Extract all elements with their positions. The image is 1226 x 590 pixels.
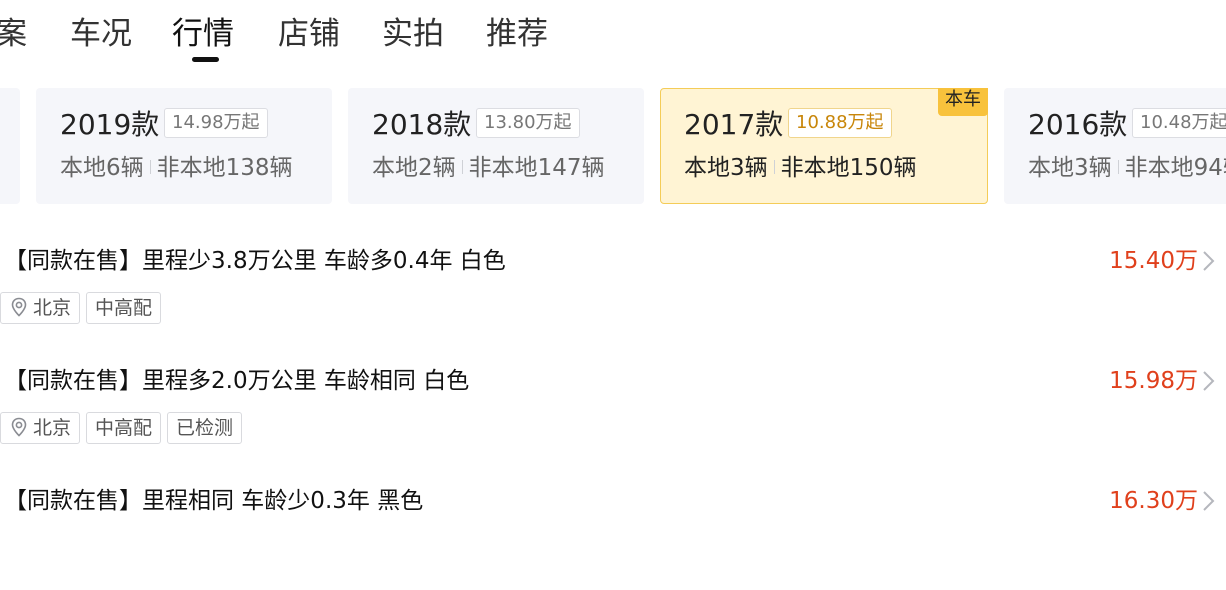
current-car-badge: 本车 bbox=[938, 88, 988, 116]
config-tag: 中高配 bbox=[86, 292, 162, 324]
card-year: 2017款 bbox=[684, 108, 784, 141]
card-year: 2016款 bbox=[1028, 108, 1128, 141]
location-label: 北京 bbox=[33, 417, 72, 439]
listing-item[interactable]: 【同款在售】里程少3.8万公里 车龄多0.4年 白色 15.40万 北京 中高配 bbox=[0, 240, 1226, 350]
card-price-tag: 14.98万起 bbox=[164, 108, 268, 138]
nonlocal-count: 非本地150辆 bbox=[780, 155, 917, 181]
listing-title: 【同款在售】里程少3.8万公里 车龄多0.4年 白色 bbox=[4, 248, 506, 274]
chevron-right-icon bbox=[1203, 371, 1215, 391]
listing-item[interactable]: 【同款在售】里程相同 车龄少0.3年 黑色 16.30万 bbox=[0, 480, 1226, 590]
listing-price: 16.30万 bbox=[1109, 488, 1198, 514]
card-counts: 本地2辆 非本地147辆 bbox=[372, 152, 605, 184]
listing-tags: 北京 中高配 bbox=[0, 292, 167, 324]
tab-archive[interactable]: 案 bbox=[0, 14, 27, 54]
tab-recommend[interactable]: 推荐 bbox=[486, 14, 548, 54]
divider bbox=[773, 160, 775, 174]
listing-item[interactable]: 【同款在售】里程多2.0万公里 车龄相同 白色 15.98万 北京 中高配 已检测 bbox=[0, 360, 1226, 470]
year-card-partial[interactable] bbox=[0, 88, 20, 204]
card-price-tag: 10.48万起 bbox=[1132, 108, 1226, 138]
chevron-right-icon bbox=[1203, 251, 1215, 271]
map-pin-icon bbox=[11, 297, 27, 317]
tab-bar: 案 车况 行情 店铺 实拍 推荐 bbox=[0, 0, 1226, 70]
tab-photos[interactable]: 实拍 bbox=[382, 14, 444, 54]
divider bbox=[1117, 160, 1119, 174]
listing-tags: 北京 中高配 已检测 bbox=[0, 412, 248, 444]
card-counts: 本地3辆 非本地150辆 bbox=[684, 152, 917, 184]
year-card-2019[interactable]: 2019款 14.98万起 本地6辆 非本地138辆 bbox=[36, 88, 332, 204]
year-card-2017-current[interactable]: 2017款 10.88万起 本地3辆 非本地150辆 本车 bbox=[660, 88, 988, 204]
tab-market[interactable]: 行情 bbox=[172, 14, 234, 62]
chevron-right-icon bbox=[1203, 491, 1215, 511]
listing-price: 15.40万 bbox=[1109, 248, 1198, 274]
tab-condition[interactable]: 车况 bbox=[70, 14, 132, 54]
divider bbox=[149, 160, 151, 174]
listing-title: 【同款在售】里程相同 车龄少0.3年 黑色 bbox=[4, 488, 424, 514]
inspected-tag: 已检测 bbox=[167, 412, 243, 444]
local-count: 本地6辆 bbox=[60, 155, 144, 181]
divider bbox=[461, 160, 463, 174]
card-year: 2018款 bbox=[372, 108, 472, 141]
location-label: 北京 bbox=[33, 297, 72, 319]
local-count: 本地3辆 bbox=[684, 155, 768, 181]
location-tag: 北京 bbox=[0, 412, 81, 444]
listing-price: 15.98万 bbox=[1109, 368, 1198, 394]
map-pin-icon bbox=[11, 417, 27, 437]
local-count: 本地2辆 bbox=[372, 155, 456, 181]
location-tag: 北京 bbox=[0, 292, 81, 324]
year-card-2016[interactable]: 2016款 10.48万起 本地3辆非本地94辆 bbox=[1004, 88, 1226, 204]
card-counts: 本地3辆非本地94辆 bbox=[1028, 152, 1226, 184]
nonlocal-count: 非本地147辆 bbox=[468, 155, 605, 181]
config-tag: 中高配 bbox=[86, 412, 162, 444]
listing-title: 【同款在售】里程多2.0万公里 车龄相同 白色 bbox=[4, 368, 470, 394]
card-counts: 本地6辆 非本地138辆 bbox=[60, 152, 293, 184]
nonlocal-count: 非本地94辆 bbox=[1124, 155, 1226, 181]
year-card-2018[interactable]: 2018款 13.80万起 本地2辆 非本地147辆 bbox=[348, 88, 644, 204]
card-year: 2019款 bbox=[60, 108, 160, 141]
card-price-tag: 10.88万起 bbox=[788, 108, 892, 138]
local-count: 本地3辆 bbox=[1028, 155, 1112, 181]
tab-store[interactable]: 店铺 bbox=[278, 14, 340, 54]
card-price-tag: 13.80万起 bbox=[476, 108, 580, 138]
model-year-cards: 2019款 14.98万起 本地6辆 非本地138辆 2018款 13.80万起 … bbox=[0, 88, 1226, 204]
nonlocal-count: 非本地138辆 bbox=[156, 155, 293, 181]
